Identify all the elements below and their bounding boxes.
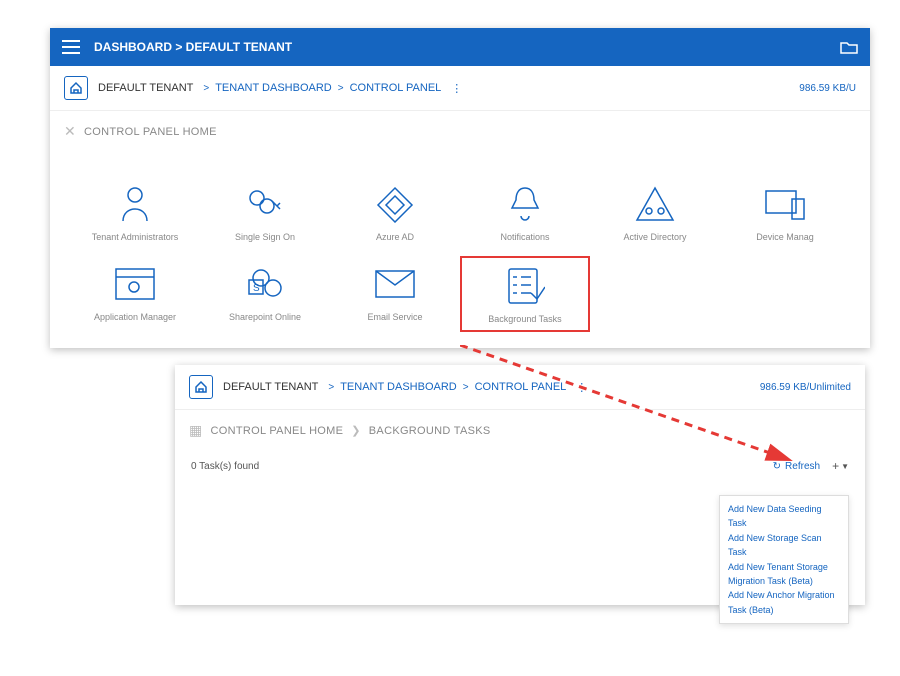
kebab-icon[interactable]: ⋮ — [451, 82, 462, 95]
breadcrumb: DEFAULT TENANT > TENANT DASHBOARD > CONT… — [50, 66, 870, 111]
tools-icon: ✕ — [64, 123, 76, 140]
bc-background-tasks: BACKGROUND TASKS — [369, 425, 491, 437]
tile-label: Notifications — [500, 232, 549, 242]
tile-label: Single Sign On — [235, 232, 295, 242]
bc-home[interactable]: CONTROL PANEL HOME — [211, 425, 344, 437]
topbar-title: DASHBOARD > DEFAULT TENANT — [94, 40, 292, 54]
tile-label: Sharepoint Online — [229, 312, 301, 322]
application-manager-tile[interactable]: Application Manager — [70, 256, 200, 332]
user-icon — [117, 182, 153, 226]
azure-ad-tile[interactable]: Azure AD — [330, 176, 460, 248]
home-icon[interactable] — [64, 76, 88, 100]
tile-label: Device Manag — [756, 232, 814, 242]
menu-add-data-seeding[interactable]: Add New Data Seeding Task — [728, 502, 840, 531]
topbar-actions — [840, 40, 858, 54]
tile-label: Background Tasks — [488, 314, 561, 324]
azure-icon — [375, 182, 415, 226]
chevron-right-icon: ❯ — [351, 424, 361, 437]
bc-tenant-dashboard[interactable]: TENANT DASHBOARD — [340, 381, 457, 393]
bc-tenant[interactable]: DEFAULT TENANT — [98, 82, 193, 94]
background-tasks-screenshot: DEFAULT TENANT > TENANT DASHBOARD > CONT… — [175, 365, 865, 605]
sharepoint-online-tile[interactable]: S Sharepoint Online — [200, 256, 330, 332]
home-icon[interactable] — [189, 375, 213, 399]
bc-control-panel[interactable]: CONTROL PANEL — [475, 381, 567, 393]
single-sign-on-tile[interactable]: Single Sign On — [200, 176, 330, 248]
bc-sep: > — [338, 83, 344, 94]
tools-icon: ▦ — [189, 422, 203, 439]
hamburger-icon[interactable] — [62, 40, 80, 54]
app-window-icon — [114, 262, 156, 306]
tenant-administrators-tile[interactable]: Tenant Administrators — [70, 176, 200, 248]
add-task-dropdown: Add New Data Seeding Task Add New Storag… — [719, 495, 849, 624]
active-directory-tile[interactable]: Active Directory — [590, 176, 720, 248]
tile-label: Application Manager — [94, 312, 176, 322]
notifications-tile[interactable]: Notifications — [460, 176, 590, 248]
control-panel-screenshot: DASHBOARD > DEFAULT TENANT DEFAULT TENAN… — [50, 28, 870, 348]
device-icon — [764, 182, 806, 226]
tile-label: Tenant Administrators — [92, 232, 179, 242]
bell-icon — [508, 182, 542, 226]
checklist-icon — [505, 264, 545, 308]
breadcrumb: DEFAULT TENANT > TENANT DASHBOARD > CONT… — [175, 365, 865, 410]
tasks-count: 0 Task(s) found — [191, 461, 259, 472]
tile-label: Azure AD — [376, 232, 414, 242]
envelope-icon — [374, 262, 416, 306]
section-title: CONTROL PANEL HOME — [84, 126, 217, 138]
bc-tenant[interactable]: DEFAULT TENANT — [223, 381, 318, 393]
triangle-icon — [634, 182, 676, 226]
refresh-button[interactable]: ↻ Refresh — [773, 461, 820, 472]
quota-text: 986.59 KB/Unlimited — [760, 382, 851, 393]
quota-text: 986.59 KB/U — [799, 83, 856, 94]
menu-add-anchor-migration[interactable]: Add New Anchor Migration Task (Beta) — [728, 588, 840, 617]
email-service-tile[interactable]: Email Service — [330, 256, 460, 332]
tasks-toolbar: 0 Task(s) found ↻ Refresh + ▼ — [175, 445, 865, 479]
bc-control-panel[interactable]: CONTROL PANEL — [350, 82, 442, 94]
refresh-icon: ↻ — [773, 461, 781, 472]
section-header: ▦ CONTROL PANEL HOME ❯ BACKGROUND TASKS — [175, 410, 865, 445]
top-bar: DASHBOARD > DEFAULT TENANT — [50, 28, 870, 66]
menu-add-tenant-storage-migration[interactable]: Add New Tenant Storage Migration Task (B… — [728, 560, 840, 589]
dropdown-caret-icon[interactable]: ▼ — [841, 462, 849, 471]
menu-add-storage-scan[interactable]: Add New Storage Scan Task — [728, 531, 840, 560]
section-header: ✕ CONTROL PANEL HOME — [50, 111, 870, 146]
tile-label: Active Directory — [623, 232, 686, 242]
device-manager-tile[interactable]: Device Manag — [720, 176, 850, 248]
background-tasks-tile[interactable]: Background Tasks — [460, 256, 590, 332]
bc-sep: > — [203, 83, 209, 94]
svg-text:S: S — [253, 283, 260, 294]
tile-label: Email Service — [367, 312, 422, 322]
sharepoint-icon: S — [245, 262, 285, 306]
refresh-label: Refresh — [785, 461, 820, 472]
kebab-icon[interactable]: ⋮ — [576, 381, 587, 394]
icon-grid: Tenant Administrators Single Sign On Azu… — [50, 146, 870, 342]
key-icon — [245, 182, 285, 226]
bc-tenant-dashboard[interactable]: TENANT DASHBOARD — [215, 82, 332, 94]
folder-icon[interactable] — [840, 40, 858, 54]
add-button[interactable]: + — [832, 459, 839, 473]
